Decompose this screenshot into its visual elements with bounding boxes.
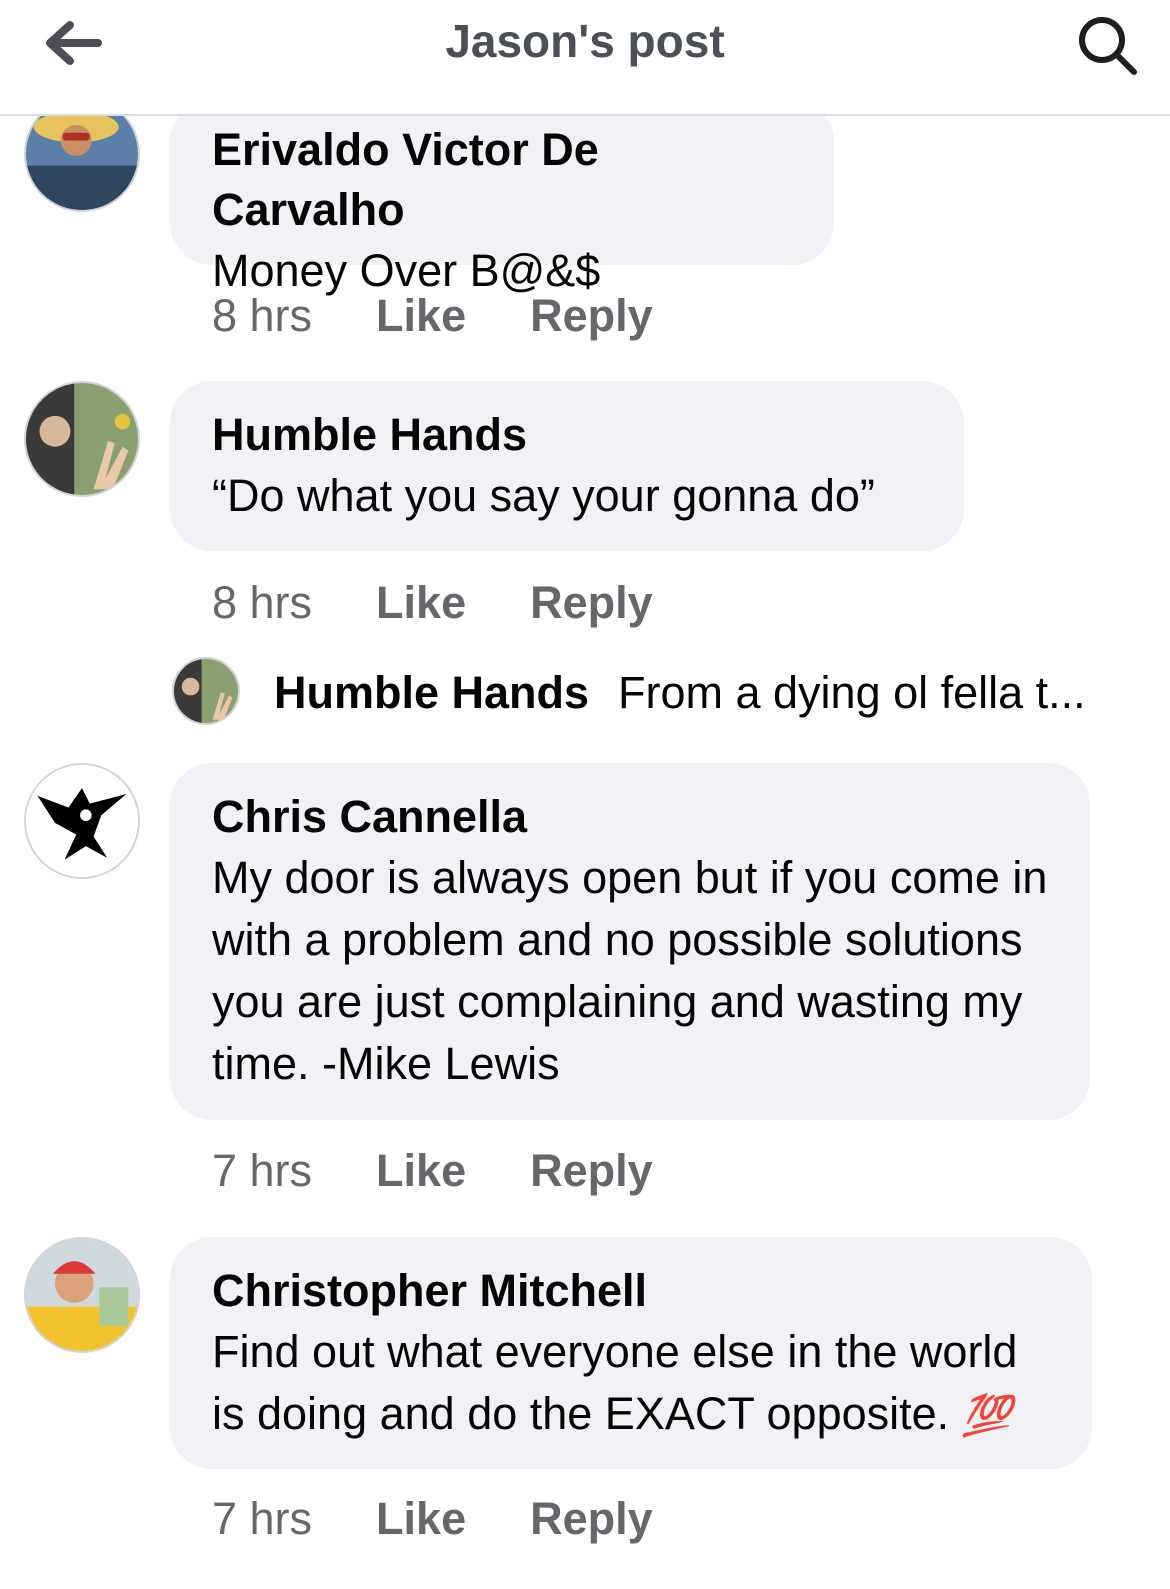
comment-time[interactable]: 7 hrs xyxy=(212,1145,312,1197)
comment-actions: 7 hrs Like Reply xyxy=(212,1493,717,1545)
avatar[interactable] xyxy=(24,1237,140,1353)
top-bar: Jason's post xyxy=(0,0,1170,116)
comment-actions: 8 hrs Like Reply xyxy=(212,290,717,342)
comment-text: My door is always open but if you come i… xyxy=(212,852,1048,1089)
comment-bubble: Humble Hands “Do what you say your gonna… xyxy=(170,381,964,551)
avatar[interactable] xyxy=(172,657,240,725)
hundred-icon: 💯 xyxy=(961,1394,1012,1438)
comment-text-body: Find out what everyone else in the world… xyxy=(212,1326,1018,1439)
like-button[interactable]: Like xyxy=(376,1145,466,1197)
like-button[interactable]: Like xyxy=(376,577,466,629)
comment-bubble: Chris Cannella My door is always open bu… xyxy=(170,763,1090,1120)
comment-author[interactable]: Christopher Mitchell xyxy=(212,1261,1050,1321)
comment-time[interactable]: 8 hrs xyxy=(212,577,312,629)
reply-author[interactable]: Humble Hands xyxy=(274,667,589,719)
reply-button[interactable]: Reply xyxy=(530,1145,653,1197)
comment-text: “Do what you say your gonna do” xyxy=(212,470,875,521)
comment-author[interactable]: Humble Hands xyxy=(212,405,922,465)
comment-author[interactable]: Chris Cannella xyxy=(212,787,1048,847)
reply-button[interactable]: Reply xyxy=(530,1493,653,1545)
comment-bubble: Christopher Mitchell Find out what every… xyxy=(170,1237,1092,1469)
like-button[interactable]: Like xyxy=(376,290,466,342)
profile-photo xyxy=(174,659,238,723)
like-button[interactable]: Like xyxy=(376,1493,466,1545)
comment-bubble: Erivaldo Victor De Carvalho Money Over B… xyxy=(170,100,834,296)
avatar[interactable] xyxy=(24,381,140,497)
comment-time[interactable]: 7 hrs xyxy=(212,1493,312,1545)
profile-photo xyxy=(26,765,138,877)
comment-text: Find out what everyone else in the world… xyxy=(212,1321,1050,1447)
comment-author[interactable]: Erivaldo Victor De Carvalho xyxy=(212,120,792,240)
comment-time[interactable]: 8 hrs xyxy=(212,290,312,342)
reply-button[interactable]: Reply xyxy=(530,290,653,342)
profile-photo xyxy=(26,1239,138,1351)
search-icon xyxy=(1079,17,1137,75)
comment-actions: 7 hrs Like Reply xyxy=(212,1145,717,1197)
profile-photo xyxy=(26,383,138,495)
search-button[interactable] xyxy=(1072,10,1142,80)
reply-button[interactable]: Reply xyxy=(530,577,653,629)
avatar[interactable] xyxy=(24,763,140,879)
comment-actions: 8 hrs Like Reply xyxy=(212,577,717,629)
reply-text: From a dying ol fella t... xyxy=(618,667,1086,718)
page-title: Jason's post xyxy=(445,15,725,67)
